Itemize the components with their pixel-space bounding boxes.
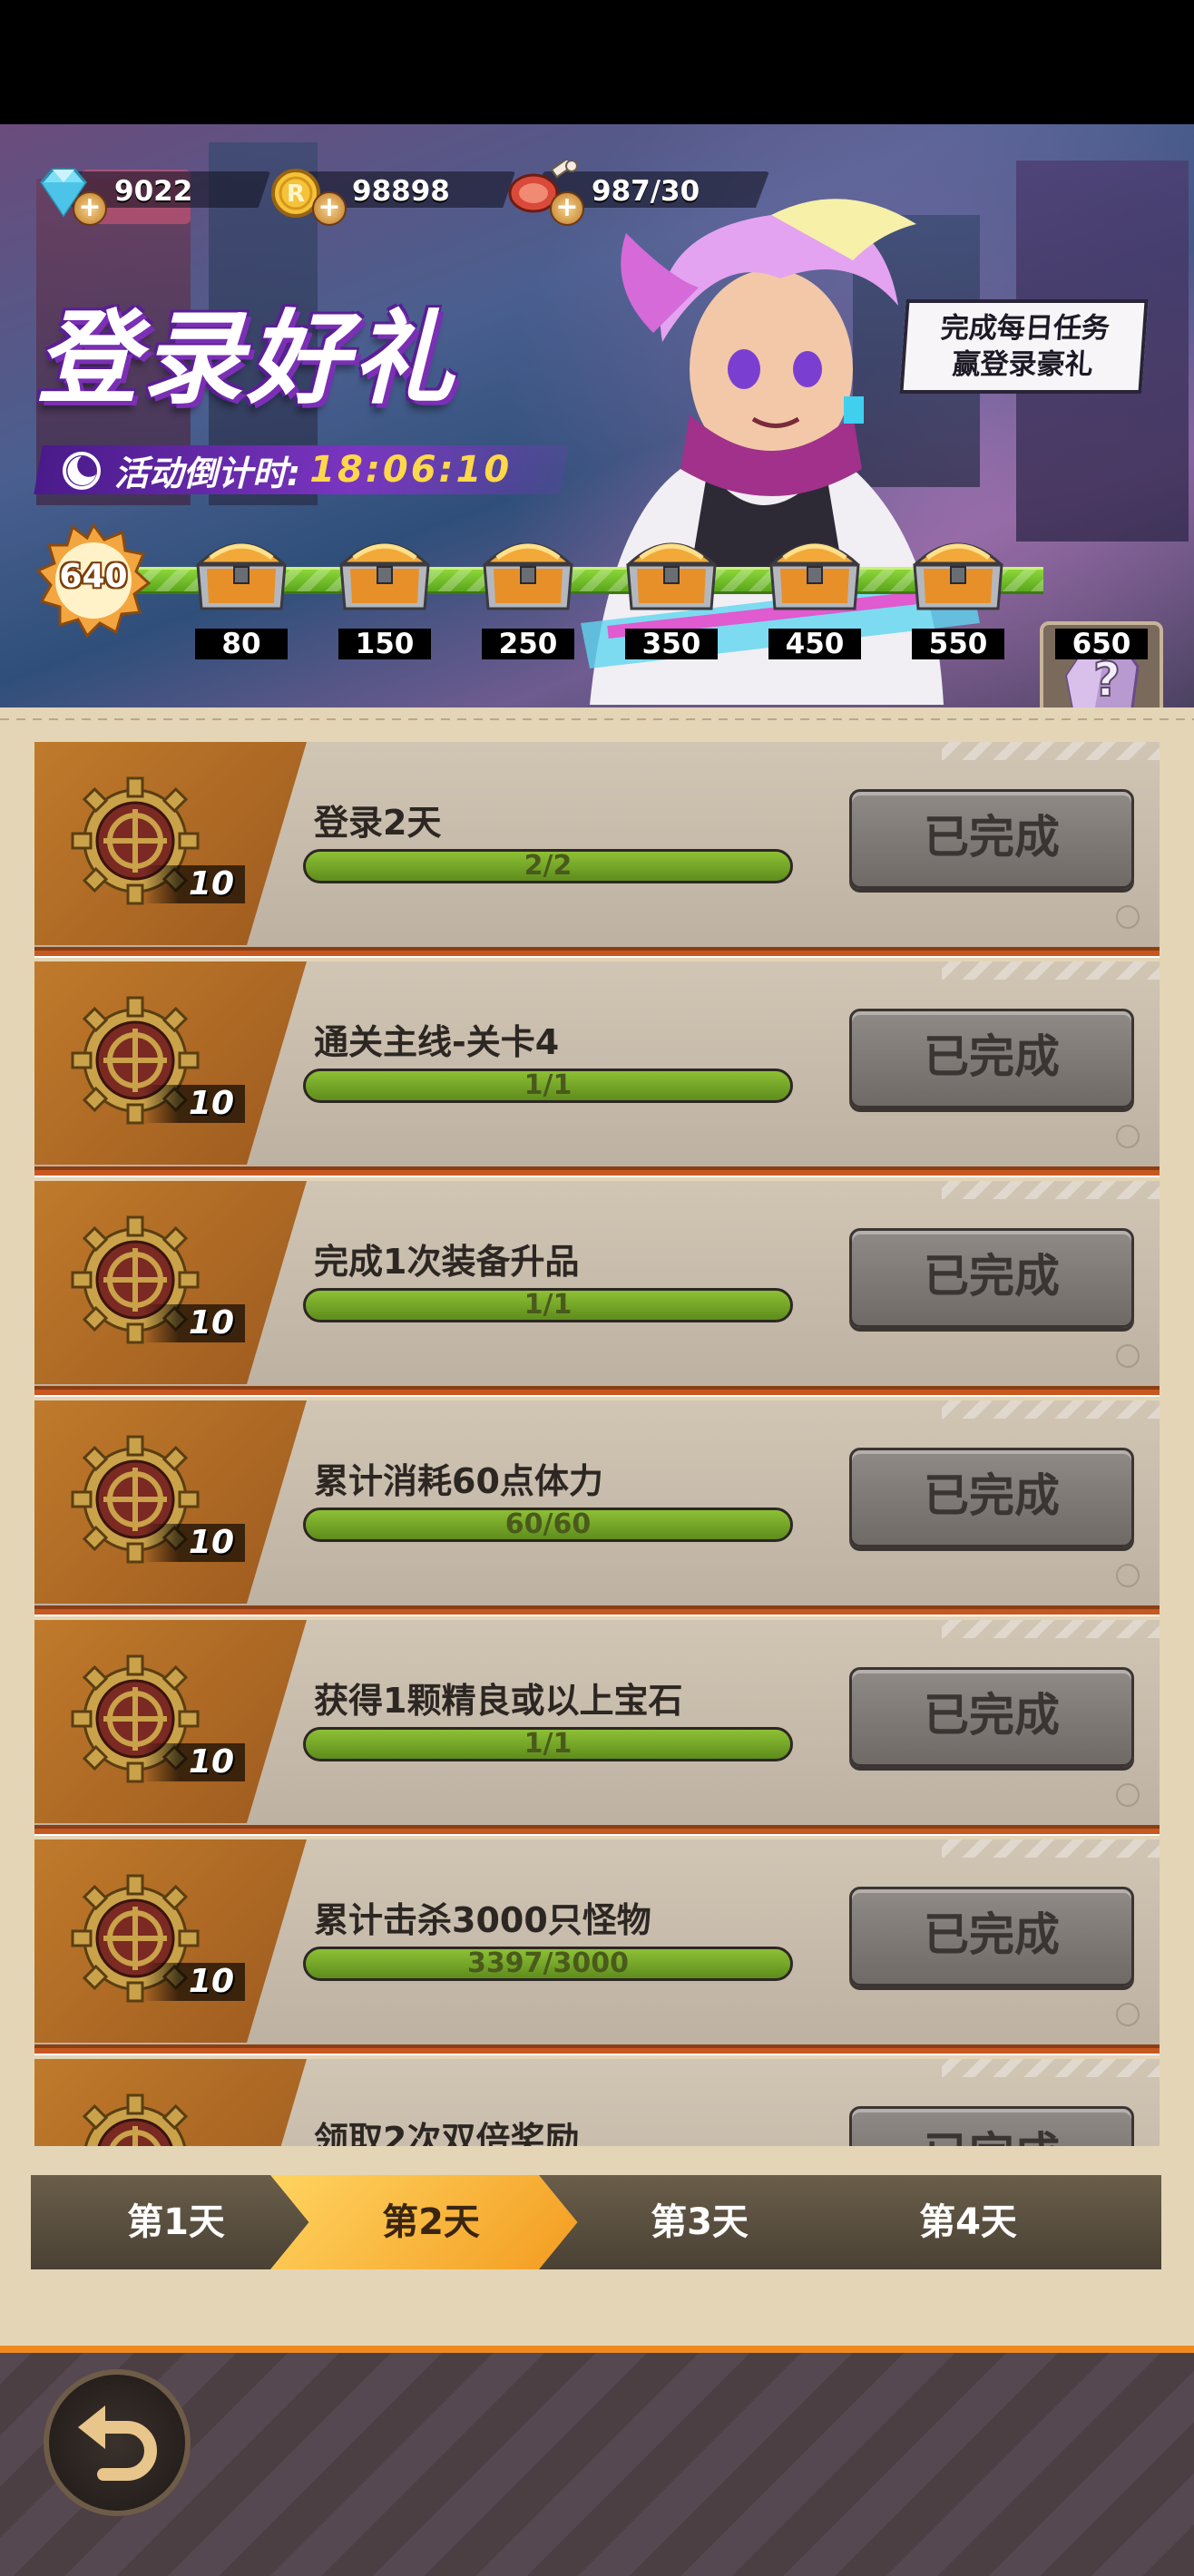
countdown: 活动倒计时: 18:06:10 bbox=[56, 445, 512, 494]
promo-line-2: 赢登录豪礼 bbox=[951, 348, 1094, 381]
task-row: 10 登录2天 2/2 已完成 bbox=[34, 742, 1160, 956]
task-row: 10 完成1次装备升品 1/1 已完成 bbox=[34, 1181, 1160, 1395]
treasure-chest-icon[interactable] bbox=[479, 531, 577, 612]
back-button[interactable] bbox=[44, 2369, 191, 2516]
milestone-label: 650 bbox=[1055, 629, 1148, 659]
task-row: 10 累计消耗60点体力 60/60 已完成 bbox=[34, 1400, 1160, 1615]
decor-bolt-icon bbox=[1116, 1564, 1140, 1587]
task-name: 累计消耗60点体力 bbox=[314, 1461, 603, 1501]
task-row: 10 获得1颗精良或以上宝石 1/1 已完成 bbox=[34, 1620, 1160, 1834]
decor-bolt-icon bbox=[1116, 1783, 1140, 1807]
task-progress-text: 1/1 bbox=[524, 1289, 573, 1321]
task-completed-button[interactable]: 已完成 bbox=[849, 789, 1134, 889]
tab-day-4[interactable]: 第4天 bbox=[807, 2175, 1129, 2269]
task-reward-amount: 10 bbox=[143, 1085, 245, 1123]
task-progress-text: 60/60 bbox=[504, 1508, 592, 1540]
task-name: 领取2次双倍奖励 bbox=[314, 2120, 580, 2146]
task-progress-bar: 1/1 bbox=[303, 1068, 793, 1103]
task-completed-button[interactable]: 已完成 bbox=[849, 1887, 1134, 1986]
task-progress-text: 3397/3000 bbox=[467, 1947, 629, 1979]
treasure-chest-icon[interactable] bbox=[622, 531, 720, 612]
stamina-count: 987/30 bbox=[592, 175, 700, 208]
countdown-label: 活动倒计时: bbox=[114, 453, 301, 493]
task-completed-button[interactable]: 已完成 bbox=[849, 1009, 1134, 1108]
milestone-label: 80 bbox=[195, 629, 288, 659]
task-panel: 10 登录2天 2/2 已完成 10 通关主线-关卡4 1/1 已完成 10 完… bbox=[0, 707, 1194, 2347]
decor-bolt-icon bbox=[1116, 905, 1140, 929]
task-name: 通关主线-关卡4 bbox=[314, 1022, 560, 1062]
event-banner: + 9022 R + 98898 + 987/30 登录好礼 完成每日任务 赢登… bbox=[0, 124, 1194, 707]
add-diamond-icon[interactable]: + bbox=[73, 191, 107, 226]
day-tabs: 第1天 第2天 第3天 第4天 bbox=[31, 2175, 1161, 2269]
task-progress-bar: 2/2 bbox=[303, 849, 793, 883]
task-name: 累计击杀3000只怪物 bbox=[314, 1900, 651, 1940]
tab-day-2[interactable]: 第2天 bbox=[270, 2175, 592, 2269]
task-row: 10 领取2次双倍奖励 已完成 bbox=[34, 2059, 1160, 2146]
task-progress-bar: 60/60 bbox=[303, 1508, 793, 1542]
milestone-label: 250 bbox=[482, 629, 574, 659]
task-progress-text: 2/2 bbox=[524, 850, 573, 882]
add-gold-icon[interactable]: + bbox=[312, 191, 347, 226]
svg-text:?: ? bbox=[1093, 653, 1121, 707]
task-row: 10 累计击杀3000只怪物 3397/3000 已完成 bbox=[34, 1839, 1160, 2054]
task-progress-bar: 1/1 bbox=[303, 1727, 793, 1761]
diamond-count: 9022 bbox=[114, 175, 193, 208]
task-reward-amount: 10 bbox=[143, 1304, 245, 1342]
stamina-resource: + 987/30 bbox=[506, 161, 769, 226]
task-completed-button[interactable]: 已完成 bbox=[849, 1448, 1134, 1547]
treasure-chest-icon[interactable] bbox=[766, 531, 864, 612]
treasure-chest-icon[interactable] bbox=[336, 531, 434, 612]
task-reward-amount: 10 bbox=[143, 865, 245, 903]
task-name: 获得1颗精良或以上宝石 bbox=[314, 1681, 683, 1721]
task-completed-button[interactable]: 已完成 bbox=[849, 1667, 1134, 1767]
task-name: 完成1次装备升品 bbox=[314, 1242, 580, 1282]
tab-day-1[interactable]: 第1天 bbox=[31, 2175, 321, 2269]
treasure-chest-icon[interactable] bbox=[909, 531, 1007, 612]
svg-text:R: R bbox=[287, 181, 305, 208]
countdown-value: 18:06:10 bbox=[309, 449, 513, 491]
promo-line-1: 完成每日任务 bbox=[939, 312, 1111, 345]
gold-count: 98898 bbox=[352, 175, 450, 208]
task-completed-button[interactable]: 已完成 bbox=[849, 2106, 1134, 2146]
treasure-chest-icon[interactable] bbox=[192, 531, 290, 612]
decor-bolt-icon bbox=[1116, 1125, 1140, 1148]
milestone-label: 150 bbox=[338, 629, 431, 659]
milestone-label: 450 bbox=[768, 629, 861, 659]
task-name: 登录2天 bbox=[314, 803, 442, 843]
task-progress-bar: 1/1 bbox=[303, 1288, 793, 1322]
task-progress-bar: 3397/3000 bbox=[303, 1947, 793, 1981]
diamond-resource: + 9022 bbox=[34, 168, 270, 226]
task-row-stripes bbox=[942, 961, 1160, 980]
task-reward-amount: 10 bbox=[143, 1524, 245, 1562]
promo-speech-box: 完成每日任务 赢登录豪礼 bbox=[899, 299, 1149, 394]
milestone-label: 550 bbox=[912, 629, 1004, 659]
decor-bolt-icon bbox=[1116, 1344, 1140, 1368]
gear-part-icon bbox=[82, 2093, 189, 2146]
task-row-stripes bbox=[942, 1400, 1160, 1419]
task-row-stripes bbox=[942, 2059, 1160, 2077]
task-reward-amount: 10 bbox=[143, 1743, 245, 1781]
task-row: 10 通关主线-关卡4 1/1 已完成 bbox=[34, 961, 1160, 1176]
points-value: 640 bbox=[59, 558, 128, 595]
event-title: 登录好礼 bbox=[36, 300, 457, 418]
add-stamina-icon[interactable]: + bbox=[550, 191, 584, 226]
tab-day-3[interactable]: 第3天 bbox=[539, 2175, 860, 2269]
task-row-stripes bbox=[942, 1181, 1160, 1199]
task-list[interactable]: 10 登录2天 2/2 已完成 10 通关主线-关卡4 1/1 已完成 10 完… bbox=[34, 742, 1160, 2146]
task-progress-text: 1/1 bbox=[524, 1728, 573, 1760]
task-progress-text: 1/1 bbox=[524, 1069, 573, 1101]
back-arrow-icon bbox=[78, 2405, 157, 2481]
milestone-label: 350 bbox=[625, 629, 718, 659]
moon-clock-icon bbox=[63, 452, 101, 490]
decor-bolt-icon bbox=[1116, 2003, 1140, 2026]
task-row-stripes bbox=[942, 742, 1160, 760]
task-reward-amount: 10 bbox=[143, 1963, 245, 2001]
task-completed-button[interactable]: 已完成 bbox=[849, 1228, 1134, 1328]
gold-resource: R + 98898 bbox=[270, 168, 515, 226]
task-row-stripes bbox=[942, 1839, 1160, 1858]
task-row-stripes bbox=[942, 1620, 1160, 1638]
